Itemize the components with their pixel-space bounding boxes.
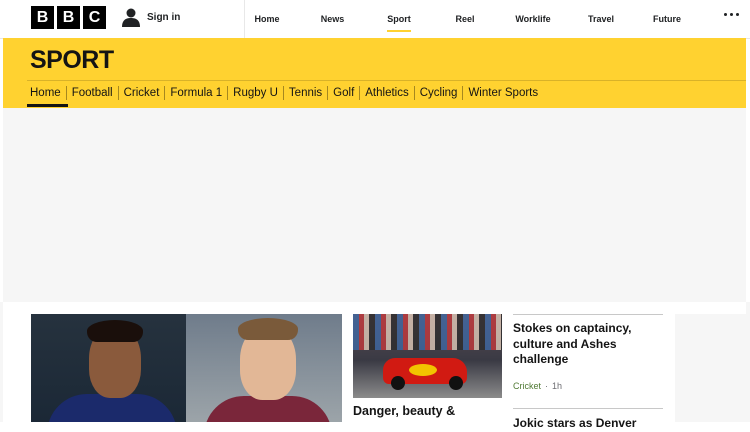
subnav-formula-1[interactable]: Formula 1 — [164, 86, 227, 100]
sport-divider — [27, 80, 746, 81]
nav-home[interactable]: Home — [245, 0, 289, 38]
side-story-title[interactable]: Jokic stars as Denver — [513, 416, 663, 432]
page-title[interactable]: SPORT — [30, 46, 114, 75]
user-icon — [122, 8, 140, 27]
logo-letter-b2: B — [57, 6, 80, 29]
nav-travel[interactable]: Travel — [558, 0, 644, 38]
sign-in-label: Sign in — [147, 12, 181, 23]
subnav-football[interactable]: Football — [65, 86, 118, 100]
subnav-athletics[interactable]: Athletics — [359, 86, 413, 100]
subnav-home[interactable]: Home — [27, 86, 68, 107]
bbc-logo[interactable]: B B C — [31, 6, 106, 29]
right-column-placeholder — [675, 314, 746, 422]
car-wheel — [391, 376, 405, 390]
logo-letter-c: C — [83, 6, 106, 29]
sport-subnav: Home Football Cricket Formula 1 Rugby U … — [27, 86, 543, 107]
timestamp: 1h — [552, 380, 563, 391]
car-wheel — [449, 376, 463, 390]
subnav-rugby-u[interactable]: Rugby U — [227, 86, 283, 100]
subnav-cycling[interactable]: Cycling — [413, 86, 463, 100]
story-title-second[interactable]: Danger, beauty & — [353, 404, 503, 419]
nav-news[interactable]: News — [289, 0, 376, 38]
sign-in-link[interactable]: Sign in — [122, 8, 180, 27]
top-bar: B B C Sign in Home News Sport Reel Workl… — [0, 0, 750, 39]
meta-separator: · — [545, 380, 549, 391]
side-story-stokes[interactable]: Stokes on captaincy, culture and Ashes c… — [513, 314, 663, 391]
ad-banner-placeholder — [3, 108, 746, 302]
hero-image-right-player — [186, 314, 342, 422]
player-hair — [238, 318, 298, 340]
more-dots-icon[interactable] — [724, 13, 739, 16]
player-shirt — [47, 394, 177, 422]
section-label[interactable]: Cricket — [513, 381, 541, 391]
side-story-meta: Cricket · 1h — [513, 381, 663, 391]
player-hair — [87, 320, 143, 342]
subnav-winter-sports[interactable]: Winter Sports — [462, 86, 543, 100]
subnav-tennis[interactable]: Tennis — [282, 86, 327, 100]
crowd — [353, 314, 502, 350]
subnav-cricket[interactable]: Cricket — [117, 86, 165, 100]
hero-image[interactable] — [31, 314, 342, 422]
nav-sport[interactable]: Sport — [376, 0, 422, 38]
nav-worklife[interactable]: Worklife — [508, 0, 558, 38]
nav-reel[interactable]: Reel — [422, 0, 508, 38]
top-nav: Home News Sport Reel Worklife Travel Fut… — [244, 0, 690, 38]
side-story-title[interactable]: Stokes on captaincy, culture and Ashes c… — [513, 321, 663, 368]
sport-header: SPORT Home Football Cricket Formula 1 Ru… — [3, 38, 746, 108]
story-thumbnail-racecar[interactable] — [353, 314, 502, 398]
subnav-golf[interactable]: Golf — [327, 86, 359, 100]
hero-image-left-player — [31, 314, 186, 422]
nav-future[interactable]: Future — [644, 0, 690, 38]
logo-letter-b1: B — [31, 6, 54, 29]
side-story-jokic[interactable]: Jokic stars as Denver — [513, 408, 663, 432]
